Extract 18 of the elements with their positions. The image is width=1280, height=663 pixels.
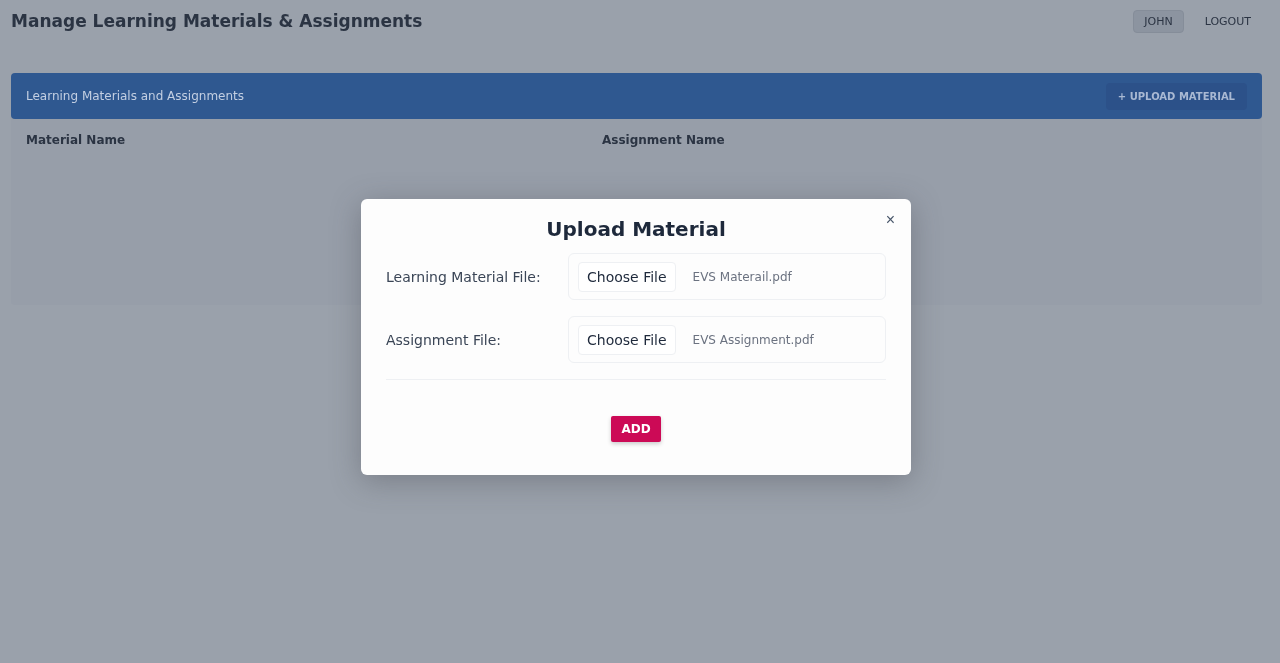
add-button[interactable]: ADD — [611, 416, 661, 442]
close-button[interactable]: × — [883, 209, 897, 231]
file-name: EVS Assignment.pdf — [692, 332, 814, 347]
column-header: Assignment Name — [602, 133, 726, 147]
nav-link[interactable]: LOGOUT — [1193, 9, 1262, 33]
field-label: Assignment File: — [386, 331, 503, 348]
nav-link[interactable]: JOHN — [1133, 9, 1184, 33]
column-header: Material Name — [26, 133, 127, 147]
page-title: Manage Learning Materials & Assignments — [11, 11, 423, 31]
field-label: Learning Material File: — [386, 268, 542, 285]
upload-material-button[interactable]: + UPLOAD MATERIAL — [1105, 82, 1247, 110]
file-input[interactable]: Choose File EVS Assignment.pdf — [568, 316, 886, 363]
dialog-title: Upload Material — [545, 217, 727, 241]
choose-file-button[interactable]: Choose File — [578, 261, 676, 292]
file-name: EVS Materail.pdf — [692, 269, 792, 284]
file-input[interactable]: Choose File EVS Materail.pdf — [568, 253, 886, 300]
choose-file-button[interactable]: Choose File — [578, 324, 676, 355]
panel-title: Learning Materials and Assignments — [26, 89, 245, 103]
